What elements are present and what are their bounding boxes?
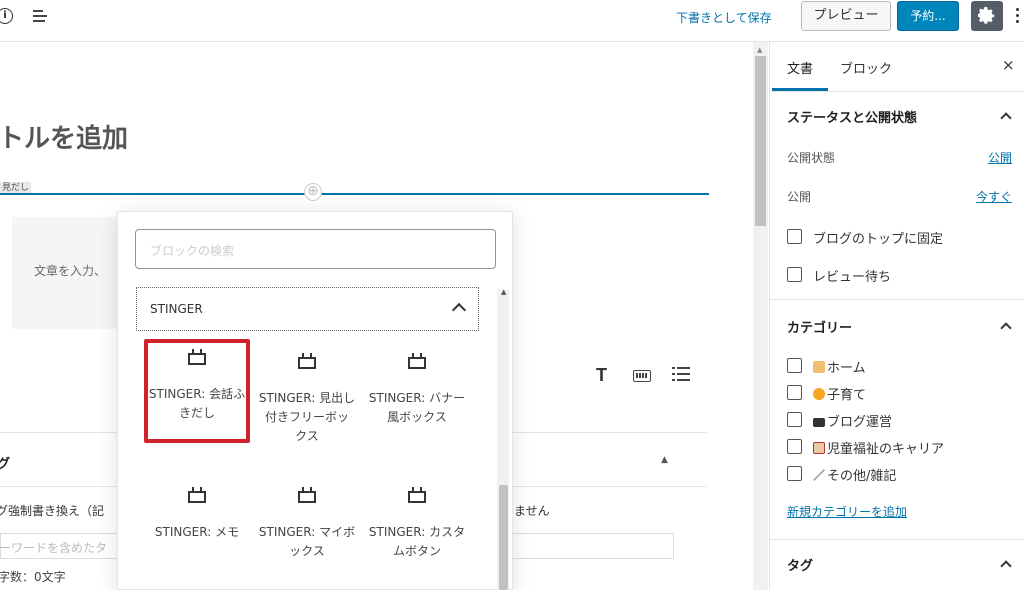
list-view-icon[interactable] [33,10,47,22]
block-search-input[interactable]: ブロックの検索 [135,229,496,269]
gear-icon [978,7,995,24]
tab-block[interactable]: ブロック [840,58,892,77]
meta-box-label: グ強制書き換え（記 [0,504,105,518]
categories-section-title[interactable]: カテゴリー [787,317,852,336]
block-label: STINGER: メモ [154,525,240,539]
scroll-up-icon[interactable]: ▲ [757,46,762,54]
post-title[interactable]: トルを追加 [0,118,128,155]
add-block-icon[interactable]: ⊕ [304,183,322,201]
settings-sidebar: 文書 ブロック × ステータスと公開状態 公開状態 公開 公開 今すぐ ブログの… [769,42,1024,590]
block-icon [188,349,206,365]
save-draft-button[interactable]: 下書きとして保存 [676,9,772,26]
category-label-career: 児童福祉のキャリア [813,438,944,457]
category-label-other: その他/雑記 [813,465,896,484]
scroll-icon [813,442,825,454]
category-checkbox-career[interactable] [787,439,802,454]
pencil-icon [813,469,825,481]
block-format-icons: T [592,365,702,389]
meta-box-title: グ [0,457,11,472]
home-icon [813,361,825,373]
chevron-up-icon[interactable] [1000,322,1012,334]
more-vertical-icon[interactable] [1016,8,1020,24]
block-stinger-my-box[interactable]: STINGER: マイボ ックス [254,477,360,581]
search-placeholder: ブロックの検索 [150,244,235,258]
chevron-up-icon[interactable] [1000,112,1012,124]
add-category-link[interactable]: 新規カテゴリーを追加 [787,503,907,520]
settings-button[interactable] [971,1,1003,31]
status-section-title[interactable]: ステータスと公開状態 [787,107,917,126]
heading-block-line [0,193,709,195]
block-stinger-memo[interactable]: STINGER: メモ [144,477,250,581]
collapse-icon[interactable]: ▲ [661,455,668,465]
block-icon [408,487,426,503]
chevron-up-icon [451,302,467,318]
meta-box-label-right: ません [514,504,550,518]
editor-scroll-thumb[interactable] [755,56,766,226]
close-icon[interactable]: × [1002,56,1015,74]
sticky-checkbox[interactable] [787,229,802,244]
panel-title: STINGER [150,302,203,316]
block-stinger-speech-bubble[interactable]: STINGER: 会話ふ きだし [144,339,250,443]
stinger-panel-toggle[interactable]: STINGER [136,287,479,331]
block-label: STINGER: カスタ ムボタン [368,525,466,558]
divider [770,539,1024,540]
scroll-up-icon[interactable]: ▲ [501,288,506,296]
visibility-label: 公開状態 [787,151,836,165]
smiley-icon [813,388,825,400]
category-checkbox-other[interactable] [787,466,802,481]
block-inserter: ブロックの検索 STINGER STINGER: 会話ふ きだし STINGER:… [117,211,513,590]
sidebar-tabs: 文書 ブロック × [770,42,1024,92]
category-label-parenting: 子育て [813,384,866,403]
info-icon[interactable]: i [0,8,13,24]
category-label-blog: ブログ運営 [813,411,892,430]
laptop-icon [813,418,825,427]
block-label: STINGER: 会話ふ きだし [148,387,246,420]
text-format-icon[interactable]: T [596,365,607,386]
tags-section-title[interactable]: タグ [787,555,813,574]
char-count: 字数：0文字 [0,570,66,584]
chevron-up-icon[interactable] [1000,560,1012,572]
meta-input-placeholder: ーワードを含めたタ [0,541,108,555]
publish-date-link[interactable]: 今すぐ [976,188,1012,205]
pending-review-checkbox[interactable] [787,267,802,282]
sticky-label: ブログのトップに固定 [813,232,944,247]
inserter-scroll-thumb[interactable] [499,485,508,590]
block-label: STINGER: 見出し 付きフリーボッ クス [258,391,356,443]
paragraph-placeholder[interactable]: 文章を入力、 [34,262,106,279]
block-stinger-custom-button[interactable]: STINGER: カスタ ムボタン [364,477,470,581]
block-stinger-free-box[interactable]: STINGER: 見出し 付きフリーボッ クス [254,343,360,447]
category-label-home: ホーム [813,357,866,376]
block-icon [298,487,316,503]
category-checkbox-home[interactable] [787,358,802,373]
block-label: STINGER: バナー 風ボックス [368,391,466,424]
block-label: STINGER: マイボ ックス [258,525,356,558]
publish-button[interactable]: 予約... [897,1,959,31]
block-icon [408,353,426,369]
keyboard-icon[interactable] [633,370,651,382]
block-icon [298,353,316,369]
category-checkbox-blog[interactable] [787,412,802,427]
tab-document[interactable]: 文書 [787,58,813,77]
pending-review-label: レビュー待ち [813,270,892,285]
preview-button[interactable]: プレビュー [801,1,891,31]
editor-toolbar: i 下書きとして保存 プレビュー 予約... [0,0,1024,42]
divider [770,299,1024,300]
category-checkbox-parenting[interactable] [787,385,802,400]
active-tab-indicator [772,88,828,91]
block-icon [188,487,206,503]
block-stinger-banner-box[interactable]: STINGER: バナー 風ボックス [364,343,470,447]
visibility-link[interactable]: 公開 [988,149,1012,166]
list-icon[interactable] [672,367,690,383]
publish-label: 公開 [787,190,812,204]
